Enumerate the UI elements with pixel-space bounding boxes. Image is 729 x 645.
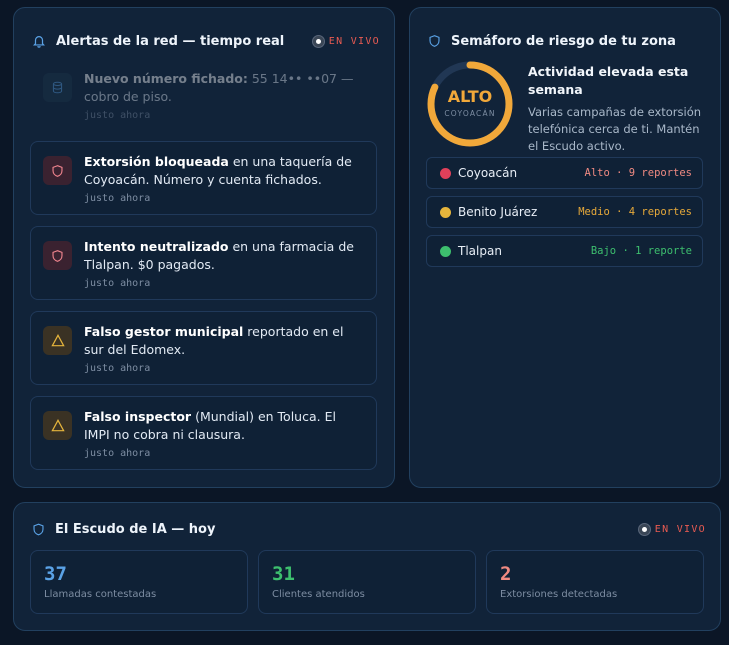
alert-text: Intento neutralizado en una farmacia de … bbox=[84, 239, 354, 272]
alert-time: justo ahora bbox=[84, 278, 151, 289]
alert-text: Extorsión bloqueada en una taquería de C… bbox=[84, 154, 352, 187]
alert-item[interactable]: Falso gestor municipal reportado en el s… bbox=[30, 311, 377, 385]
zone-status-dot-icon bbox=[440, 245, 451, 257]
pin-icon bbox=[428, 34, 441, 48]
zone-name: Tlalpan bbox=[458, 244, 502, 258]
risk-header: Semáforo de riesgo de tu zona bbox=[428, 32, 706, 50]
alert-time: justo ahora bbox=[84, 363, 151, 374]
zone-level: Medio · 4 reportes bbox=[578, 206, 692, 218]
stat-card-clients: 31 Clientes atendidos bbox=[258, 550, 476, 614]
stat-label: Extorsiones detectadas bbox=[500, 589, 618, 600]
stat-value: 2 bbox=[500, 563, 512, 585]
gauge-zone: COYOACÁN bbox=[444, 109, 496, 118]
zone-row[interactable]: Benito Juárez Medio · 4 reportes bbox=[426, 196, 703, 228]
live-dot-icon bbox=[311, 34, 325, 48]
live-label: EN VIVO bbox=[328, 35, 380, 47]
risk-gauge: ALTO COYOACÁN bbox=[426, 60, 514, 148]
zone-level: Alto · 9 reportes bbox=[584, 167, 692, 179]
shield-icon bbox=[43, 241, 72, 270]
alert-item[interactable]: Extorsión bloqueada en una taquería de C… bbox=[30, 141, 377, 215]
risk-panel: Semáforo de riesgo de tu zona ALTO COYOA… bbox=[409, 7, 721, 488]
shield-header: El Escudo de IA — hoy EN VIVO bbox=[32, 520, 706, 538]
zone-row[interactable]: Coyoacán Alto · 9 reportes bbox=[426, 157, 703, 189]
live-indicator: EN VIVO bbox=[311, 34, 380, 48]
database-icon bbox=[43, 73, 72, 102]
live-indicator: EN VIVO bbox=[637, 522, 706, 536]
zone-level: Bajo · 1 reporte bbox=[590, 245, 692, 257]
stat-value: 37 bbox=[44, 563, 67, 585]
alert-text: Nuevo número fichado: 55 14•• ••07 — cob… bbox=[84, 71, 354, 104]
warning-icon bbox=[43, 326, 72, 355]
live-label: EN VIVO bbox=[654, 523, 706, 535]
alert-item[interactable]: Nuevo número fichado: 55 14•• ••07 — cob… bbox=[30, 58, 377, 121]
risk-headline: Actividad elevada esta semana bbox=[528, 64, 689, 97]
warning-icon bbox=[43, 411, 72, 440]
live-dot-icon bbox=[637, 522, 651, 536]
zone-name: Coyoacán bbox=[458, 166, 518, 180]
zone-status-dot-icon bbox=[440, 206, 451, 218]
stat-label: Llamadas contestadas bbox=[44, 589, 157, 600]
alert-time: justo ahora bbox=[84, 193, 151, 204]
shield-icon bbox=[32, 522, 45, 537]
alert-text: Falso gestor municipal reportado en el s… bbox=[84, 324, 344, 357]
alert-time: justo ahora bbox=[84, 110, 151, 121]
stat-label: Clientes atendidos bbox=[272, 589, 365, 600]
alert-text: Falso inspector (Mundial) en Toluca. El … bbox=[84, 409, 336, 442]
zone-name: Benito Juárez bbox=[458, 205, 538, 219]
zone-row[interactable]: Tlalpan Bajo · 1 reporte bbox=[426, 235, 703, 267]
alert-item[interactable]: Intento neutralizado en una farmacia de … bbox=[30, 226, 377, 300]
alerts-title: Alertas de la red — tiempo real bbox=[56, 33, 285, 49]
alert-time: justo ahora bbox=[84, 448, 151, 459]
alerts-header: Alertas de la red — tiempo real EN VIVO bbox=[32, 32, 380, 50]
zone-status-dot-icon bbox=[440, 167, 451, 179]
stat-card-calls: 37 Llamadas contestadas bbox=[30, 550, 248, 614]
risk-description: Varias campañas de extorsión telefónica … bbox=[528, 105, 702, 153]
stat-card-extortions: 2 Extorsiones detectadas bbox=[486, 550, 704, 614]
shield-title: El Escudo de IA — hoy bbox=[55, 521, 216, 537]
shield-panel: El Escudo de IA — hoy EN VIVO 37 Llamada… bbox=[13, 502, 721, 631]
gauge-value: ALTO bbox=[447, 87, 493, 106]
bell-icon bbox=[32, 34, 46, 48]
alert-item[interactable]: Falso inspector (Mundial) en Toluca. El … bbox=[30, 396, 377, 470]
alerts-panel: Alertas de la red — tiempo real EN VIVO … bbox=[13, 7, 395, 488]
shield-icon bbox=[43, 156, 72, 185]
stat-value: 31 bbox=[272, 563, 295, 585]
risk-title: Semáforo de riesgo de tu zona bbox=[451, 33, 676, 49]
